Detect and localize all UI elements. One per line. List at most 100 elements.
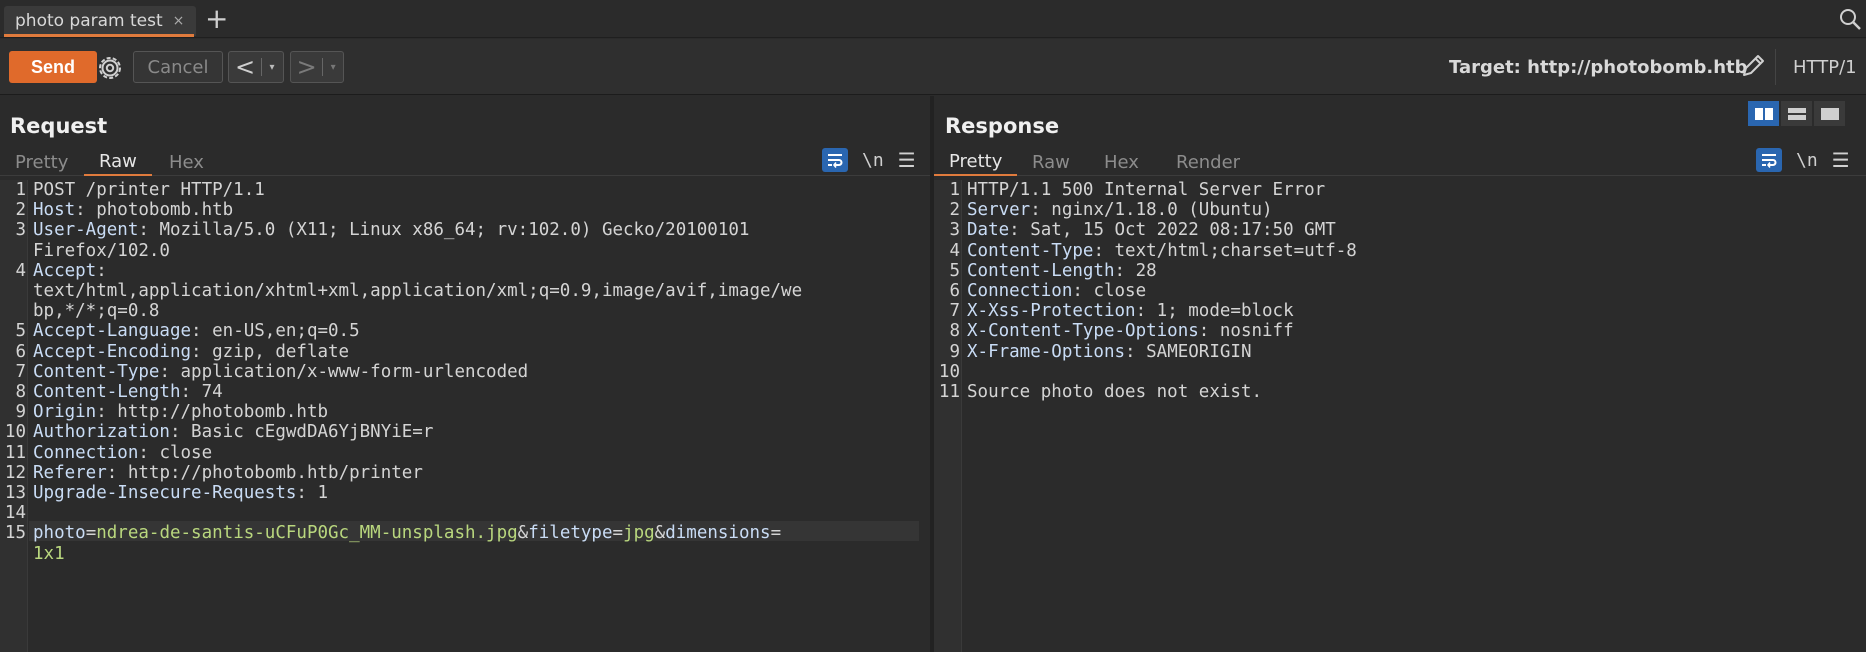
- layout-toggle-group: [1748, 101, 1845, 126]
- header-colon: :: [1114, 260, 1126, 281]
- send-button[interactable]: Send: [9, 51, 97, 83]
- header-value: Mozilla/5.0 (X11; Linux x86_64; rv:102.0…: [148, 220, 750, 241]
- line-text: HTTP/1.1 500 Internal Server Error: [967, 180, 1326, 200]
- header-name: Accept: [33, 260, 97, 281]
- tab-raw[interactable]: Raw: [1017, 148, 1085, 176]
- response-editor[interactable]: 1 HTTP/1.1 500 Internal Server Error 2 Serv…: [934, 180, 1866, 652]
- param-key: filetype: [528, 523, 613, 544]
- chevron-down-icon[interactable]: ▾: [262, 62, 282, 73]
- header-name: X-Content-Type-Options: [967, 321, 1199, 342]
- history-forward-group: > ▾: [290, 51, 344, 83]
- tab-close-icon[interactable]: ×: [173, 13, 185, 29]
- response-view-tabs: Pretty Raw Hex Render: [934, 146, 1866, 176]
- header-value: http://photobomb.htb/printer: [117, 462, 423, 483]
- header-colon: :: [1072, 281, 1083, 301]
- divider: [1775, 49, 1776, 85]
- header-value: nginx/1.18.0 (Ubuntu): [1040, 200, 1273, 221]
- header-value: photobomb.htb: [85, 200, 234, 221]
- header-colon: :: [106, 462, 118, 483]
- header-name: User-Agent: [33, 220, 139, 241]
- header-value: 74: [191, 382, 223, 402]
- header-name: X-Xss-Protection: [967, 301, 1136, 322]
- header-colon: :: [96, 260, 107, 281]
- header-value: 28: [1125, 260, 1157, 281]
- header-name: Connection: [33, 442, 139, 463]
- header-colon: :: [169, 422, 181, 443]
- tab-hex[interactable]: Hex: [154, 148, 219, 176]
- header-name: Accept-Encoding: [33, 341, 192, 362]
- tab-raw[interactable]: Raw: [84, 148, 152, 176]
- line-text: text/html,application/xhtml+xml,applicat…: [33, 281, 803, 301]
- target-display: Target: http://photobomb.htb: [1449, 57, 1748, 78]
- header-colon: :: [75, 200, 86, 221]
- tab-pretty[interactable]: Pretty: [0, 148, 83, 176]
- header-colon: :: [1030, 200, 1041, 221]
- header-name: Authorization: [33, 422, 170, 443]
- layout-single-pane-icon[interactable]: [1814, 101, 1845, 126]
- search-icon[interactable]: [1838, 7, 1862, 31]
- tab-bar: photo param test × +: [0, 0, 1866, 38]
- request-editor[interactable]: 1 POST /printer HTTP/1.1 2 Host: photobomb.…: [0, 180, 930, 652]
- show-newlines-toggle[interactable]: \n: [862, 150, 884, 171]
- header-value: 1: [306, 483, 329, 503]
- header-value: Sat, 15 Oct 2022 08:17:50 GMT: [1019, 220, 1336, 241]
- request-view-tabs: Pretty Raw Hex: [0, 146, 930, 176]
- header-name: Content-Type: [967, 240, 1094, 261]
- header-value: text/html;charset=utf-8: [1103, 240, 1357, 261]
- history-back-group: < ▾: [228, 51, 284, 83]
- gear-icon[interactable]: [95, 53, 125, 83]
- target-url: http://photobomb.htb: [1527, 57, 1748, 78]
- request-title: Request: [10, 114, 108, 138]
- line-content: Source photo does not exist.: [967, 380, 1262, 404]
- tab-hex[interactable]: Hex: [1089, 148, 1154, 176]
- request-panel: Request Pretty Raw Hex 1 POST /printer HT…: [0, 96, 930, 652]
- toolbar: Send Cancel < ▾ > ▾ Target: http://photo…: [0, 39, 1866, 95]
- response-editor-tools: \n ☰: [1756, 148, 1850, 172]
- tab-render[interactable]: Render: [1161, 148, 1255, 176]
- header-colon: :: [180, 382, 192, 402]
- code-line: 11 Source photo does not exist.: [934, 380, 1866, 404]
- param-separator: &: [517, 523, 529, 544]
- line-number: 11: [938, 382, 960, 402]
- hamburger-menu-icon[interactable]: ☰: [898, 148, 916, 172]
- param-equals: =: [612, 523, 624, 544]
- hamburger-menu-icon[interactable]: ☰: [1832, 148, 1850, 172]
- header-colon: :: [96, 402, 107, 423]
- history-forward-button[interactable]: >: [291, 52, 322, 82]
- header-colon: :: [159, 361, 170, 382]
- tab-photo-param-test[interactable]: photo param test ×: [4, 6, 197, 36]
- request-editor-tools: \n ☰: [822, 148, 916, 172]
- active-tab-indicator: [4, 34, 194, 37]
- header-name: Date: [967, 220, 1010, 241]
- history-back-button[interactable]: <: [229, 52, 261, 82]
- header-name: Referer: [33, 462, 107, 483]
- header-colon: :: [296, 483, 307, 503]
- add-tab-button[interactable]: +: [205, 4, 228, 34]
- layout-side-by-side-icon[interactable]: [1748, 101, 1779, 126]
- line-text: Source photo does not exist.: [967, 382, 1263, 402]
- wrap-lines-icon: [1762, 154, 1777, 168]
- layout-stacked-icon[interactable]: [1781, 101, 1812, 126]
- http-version-selector[interactable]: HTTP/1: [1793, 57, 1857, 78]
- header-name: Server: [967, 200, 1031, 221]
- wrap-lines-icon: [828, 154, 843, 168]
- header-name: X-Frame-Options: [967, 341, 1126, 362]
- wrap-lines-toggle[interactable]: [1756, 148, 1782, 172]
- tab-pretty[interactable]: Pretty: [934, 148, 1018, 176]
- header-value: gzip, deflate: [201, 341, 350, 362]
- line-text: POST /printer HTTP/1.1: [33, 180, 265, 200]
- header-colon: :: [1125, 341, 1136, 362]
- header-value: http://photobomb.htb: [106, 402, 329, 423]
- header-colon: :: [1198, 321, 1210, 342]
- header-colon: :: [191, 341, 202, 362]
- header-value: application/x-www-form-urlencoded: [169, 361, 529, 382]
- param-value: jpg: [623, 523, 655, 544]
- wrap-lines-toggle[interactable]: [822, 148, 848, 172]
- edit-target-pencil-icon[interactable]: [1738, 51, 1768, 81]
- cancel-button[interactable]: Cancel: [133, 51, 223, 83]
- header-value: Basic cEgwdDA6YjBNYiE=r: [180, 422, 434, 443]
- param-equals: =: [85, 523, 97, 544]
- header-value: nosniff: [1209, 321, 1294, 342]
- show-newlines-toggle[interactable]: \n: [1796, 150, 1818, 171]
- chevron-down-icon[interactable]: ▾: [323, 62, 343, 73]
